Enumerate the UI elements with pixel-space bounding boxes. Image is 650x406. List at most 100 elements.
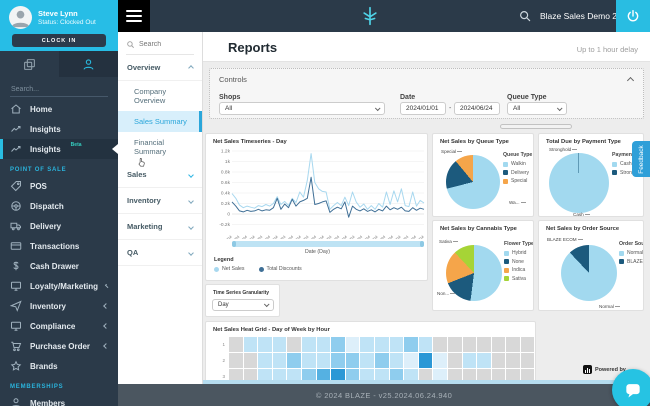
subnav-group-inventory[interactable]: Inventory [118,188,202,214]
sidebar-item-label: Insights [30,144,61,154]
legend-label: Indica [512,267,526,273]
shops-select[interactable]: All [219,102,385,115]
legend-item[interactable]: Sativa [504,276,533,282]
subnav-search-input[interactable] [139,41,194,48]
subnav-group-qa[interactable]: QA [118,240,202,266]
pie-callout-label: Sativa [439,239,458,244]
sidebar-item-transactions[interactable]: Transactions [0,236,118,256]
granularity-select[interactable]: Day [212,299,274,311]
chart-legend: Net Sales Total Discounts [214,266,302,272]
legend-item[interactable]: Net Sales [214,266,245,272]
svg-text:1k: 1k [225,159,231,165]
heatmap-grid: 1 2 3 [212,337,535,383]
chart-title: Net Sales by Queue Type [440,139,509,145]
heatmap-cell [433,337,447,352]
heatmap-row-label: 1 [222,342,225,347]
queue-type-value: All [513,105,521,112]
steering-icon [11,201,21,211]
avatar[interactable] [9,6,32,29]
legend-label: Special [511,178,528,184]
sidebar-search-input[interactable]: Search... [10,83,108,97]
horizontal-scrollbar-thumb[interactable] [500,124,572,129]
chat-bubble-button[interactable] [612,369,650,406]
legend-swatch [214,266,219,272]
sidebar-search-placeholder: Search... [11,86,40,93]
feedback-label: Feedback [637,144,645,174]
tab-user[interactable] [59,51,118,77]
heatmap-cell [520,353,535,368]
tab-shops[interactable] [0,51,59,77]
heatmap-cell [506,337,520,352]
heatmap-cell [374,337,389,352]
subnav-group-overview[interactable]: Overview [118,55,202,81]
sidebar-item-insights[interactable]: Insights [0,119,118,139]
sidebar-item-delivery[interactable]: Delivery [0,216,118,236]
legend-item[interactable]: Total Discounts [258,266,302,272]
heatmap-cell [345,337,360,352]
sidebar-item-pos[interactable]: POS [0,176,118,196]
pie-callout-label: BLAZE ECOM [547,237,583,242]
sidebar-item-loyalty-marketing[interactable]: Loyalty/Marketing [0,276,118,296]
clock-in-button[interactable]: CLOCK IN [12,34,106,47]
sidebar-item-dispatch[interactable]: Dispatch [0,196,118,216]
sidebar-item-compliance[interactable]: Compliance [0,316,118,336]
total-due-by-payment-type-chart: Total Due by Payment Type Payment TypeCa… [538,133,644,217]
heatmap-cell [331,337,345,352]
pie-chart[interactable] [446,155,500,209]
user-block: Steve Lynn Status: Clocked Out CLOCK IN [0,0,118,51]
pie-callout-label: Special [441,149,462,154]
feedback-tab[interactable]: Feedback [632,141,650,177]
sidebar-item-brands[interactable]: Brands [0,356,118,376]
subnav-item-company-overview[interactable]: Company Overview [118,81,202,111]
date-from-field[interactable] [400,102,446,115]
sidebar-item-inventory[interactable]: Inventory [0,296,118,316]
sidebar-item-insights[interactable]: Insights Beta [0,139,118,159]
store-selector[interactable]: Blaze Sales Demo 2 [540,0,627,32]
heatmap-cell [447,337,462,352]
legend-item[interactable]: None [504,259,533,265]
sidebar-item-label: Dispatch [30,201,64,211]
date-from-input[interactable] [406,105,440,112]
svg-text:0.2k: 0.2k [221,201,231,207]
legend-label: Total Discounts [266,266,302,272]
pie-callout-label: Cash [573,212,590,216]
user-status: Status: Clocked Out [38,19,96,26]
sidebar-item-home[interactable]: Home [0,99,118,119]
search-icon [127,41,135,49]
subnav-item-financial-summary[interactable]: Financial Summary [118,132,202,162]
sidebar-item-label: Delivery [30,221,62,231]
date-to-field[interactable] [454,102,500,115]
search-icon[interactable] [518,9,532,23]
legend-item[interactable]: Delivery [503,170,533,176]
hamburger-menu-icon[interactable] [118,0,150,32]
legend-item[interactable]: BLAZE ECOM [619,259,643,265]
svg-text:0.4k: 0.4k [221,191,231,197]
pie-chart[interactable] [561,245,617,301]
legend-item[interactable]: Walkin [503,161,533,167]
sidebar-item-members[interactable]: Members [0,393,118,406]
subnav-group-sales[interactable]: Sales [118,162,202,188]
legend-item[interactable]: Indica [504,267,533,273]
legend-item[interactable]: Hybrid [504,250,533,256]
date-range-slider[interactable] [232,241,424,247]
subnav-search[interactable] [126,40,194,55]
power-button[interactable] [616,0,650,32]
date-to-input[interactable] [460,105,494,112]
legend-item[interactable]: Special [503,178,533,184]
chevron-down-icon [263,301,270,308]
sidebar-item-purchase-order[interactable]: Purchase Order [0,336,118,356]
subnav-group-marketing[interactable]: Marketing [118,214,202,240]
sidebar-section-header: POINT OF SALE [10,167,67,173]
svg-text:Jan 1, 2024: Jan 1, 2024 [217,235,233,239]
sidebar-item-cash-drawer[interactable]: Cash Drawer [0,256,118,276]
sidebar-section-header: MEMBERSHIPS [10,384,64,390]
collapse-chevron-icon[interactable] [626,76,635,85]
heatmap-cell [316,353,331,368]
subnav-item-sales-summary[interactable]: Sales Summary [118,111,202,132]
queue-type-select[interactable]: All [507,102,567,115]
sidebar-item-label: Insights [30,124,61,134]
pie-chart[interactable] [549,153,609,213]
legend-swatch [258,266,264,272]
legend-item[interactable]: Normal [619,250,643,256]
heatmap-cell [477,337,491,352]
